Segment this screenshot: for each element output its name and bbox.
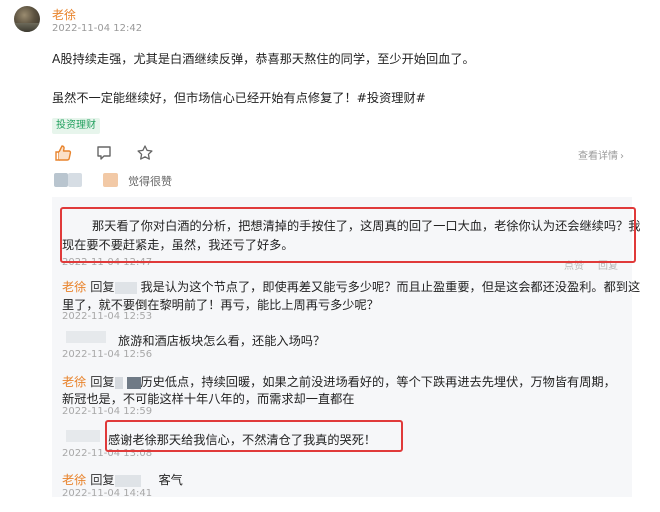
comment-time: 2022-11-04 12:56 [62,349,153,360]
reply-author[interactable]: 老徐 [62,375,86,389]
liked-text: 觉得很赞 [128,175,172,188]
topic-tag[interactable]: 投资理财 [52,118,100,134]
reply-text: 历史低点，持续回暖，如果之前没进场看好的，等个下跌再进去先埋伏，万物皆有周期， [140,375,616,389]
reply-text: 我是认为这个节点了，即使再差又能亏多少呢？而且止盈重要，但是这会都还没盈利。都到… [140,280,641,294]
reply-text: 新冠也是，不可能这样十年八年的，而需求却一直都在 [62,392,355,406]
comment-icon[interactable] [95,144,113,162]
reply-prefix: 回复 [90,473,115,487]
redacted-username [114,376,123,389]
reply-line: 老徐 回复 历史低点，持续回暖，如果之前没进场看好的，等个下跌再进去先埋伏，万物… [62,372,616,390]
redacted-username [66,430,100,442]
comment-time: 2022-11-04 12:53 [62,311,153,322]
view-detail-link[interactable]: 查看详情 › [578,147,624,162]
liker-avatar[interactable] [103,173,118,187]
liker-avatar[interactable] [68,173,82,187]
post-paragraph-2: 虽然不一定能继续好，但市场信心已经开始有点修复了！#投资理财# [52,91,426,105]
view-detail-label: 查看详情 [578,151,618,162]
redacted-username [126,376,141,389]
highlight-box [105,420,403,452]
comment-time: 2022-11-04 14:41 [62,488,153,499]
post-time: 2022-11-04 12:42 [52,23,143,34]
reply-author[interactable]: 老徐 [62,280,86,294]
redacted-username [66,331,106,343]
liker-avatar[interactable] [54,173,68,187]
reply-prefix: 回复 [90,375,115,389]
reply-author[interactable]: 老徐 [62,473,86,487]
reply-line: 老徐 回复 客气 [62,470,183,488]
avatar[interactable] [14,6,40,32]
redacted-username [114,474,141,487]
reply-line: 老徐 回复 我是认为这个节点了，即使再差又能亏多少呢？而且止盈重要，但是这会都还… [62,277,640,295]
post-paragraph-1: A股持续走强，尤其是白酒继续反弹，恭喜那天熬住的同学，至少开始回血了。 [52,52,475,66]
redacted-username [114,281,137,294]
thumbs-up-icon[interactable] [54,144,72,162]
post-author[interactable]: 老徐 [52,6,76,23]
reply-prefix: 回复 [90,280,115,294]
reply-text: 客气 [158,473,183,487]
comment-time: 2022-11-04 12:59 [62,406,153,417]
star-icon[interactable] [136,144,154,162]
highlight-box [60,207,636,263]
comment-text: 旅游和酒店板块怎么看，还能入场吗？ [118,334,326,348]
chevron-right-icon: › [620,151,624,162]
